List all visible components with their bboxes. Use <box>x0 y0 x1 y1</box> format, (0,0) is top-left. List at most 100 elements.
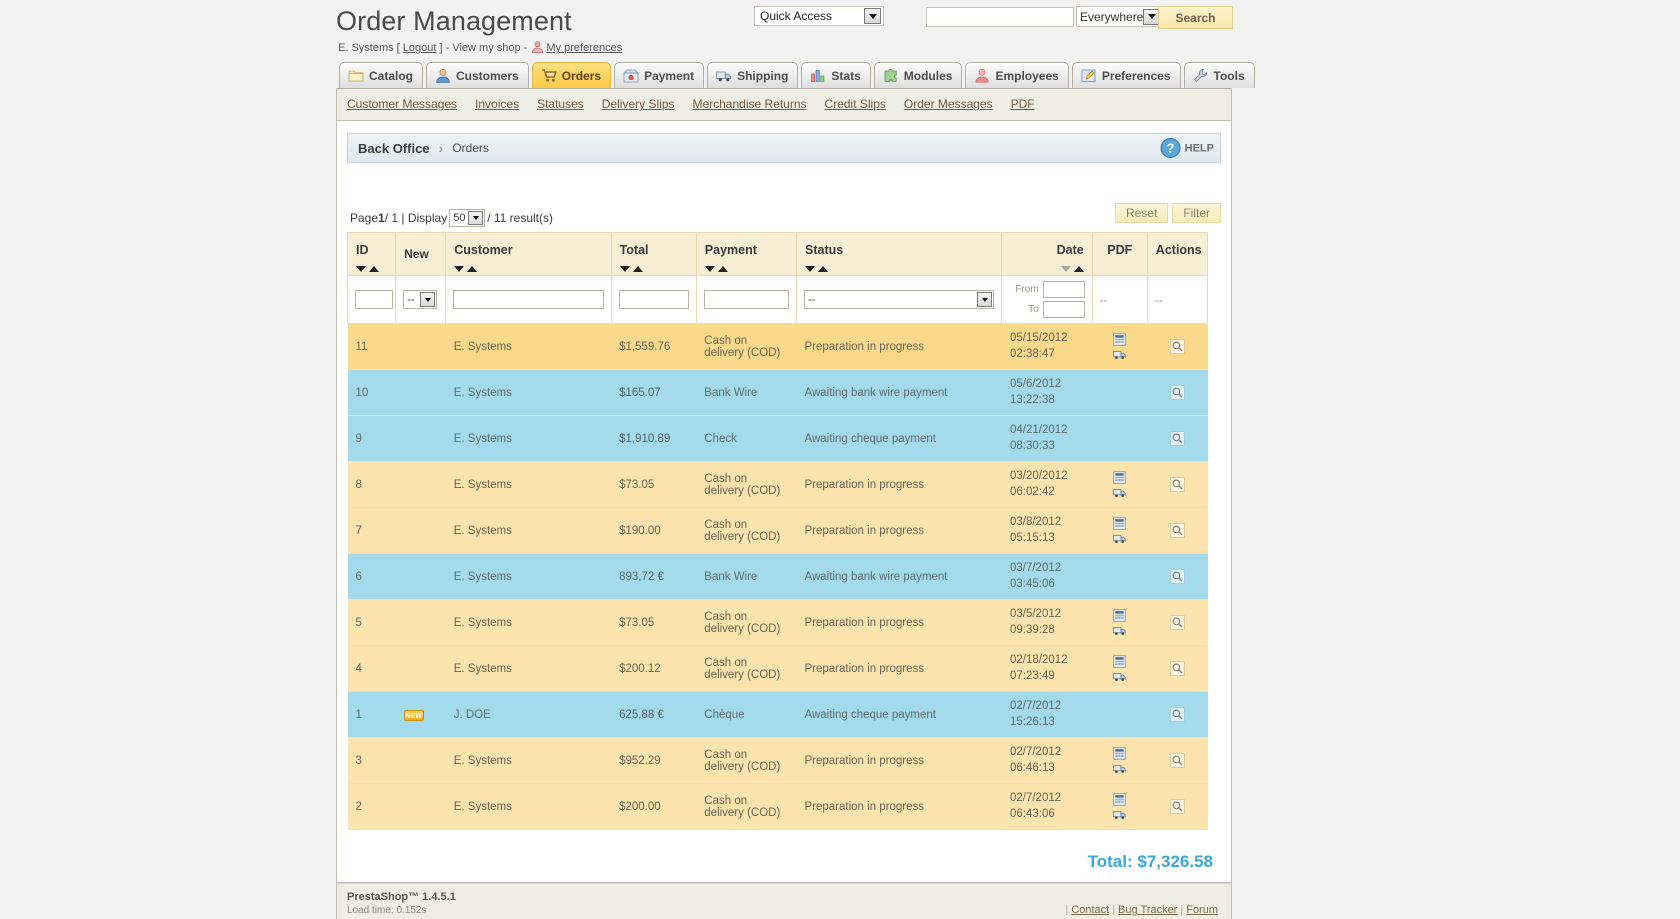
column-header-payment[interactable]: Payment <box>696 233 796 276</box>
view-order-icon[interactable] <box>1170 477 1185 492</box>
table-row[interactable]: 9 E. Systems $1,910.89 Check Awaiting ch… <box>348 416 1208 462</box>
sort-asc-icon[interactable] <box>818 266 828 272</box>
invoice-icon[interactable] <box>1113 747 1126 760</box>
search-scope-select[interactable]: Everywhere <box>1076 6 1160 27</box>
footer-link-bug-tracker[interactable]: Bug Tracker <box>1118 904 1177 916</box>
table-row[interactable]: 3 E. Systems $952.29 Cash on delivery (C… <box>348 738 1208 784</box>
sort-asc-icon[interactable] <box>633 266 643 272</box>
table-row[interactable]: 2 E. Systems $200.00 Cash on delivery (C… <box>348 784 1208 830</box>
display-count-select[interactable]: 50 <box>449 209 485 227</box>
filter-id-input[interactable] <box>355 290 393 309</box>
sort-desc-icon[interactable] <box>805 266 815 272</box>
table-row[interactable]: 8 E. Systems $73.05 Cash on delivery (CO… <box>348 462 1208 508</box>
sort-controls-status[interactable] <box>805 266 828 272</box>
sort-asc-icon[interactable] <box>467 266 477 272</box>
view-order-icon[interactable] <box>1170 615 1185 630</box>
sort-asc-icon[interactable] <box>1074 266 1084 272</box>
search-button[interactable]: Search <box>1158 6 1233 29</box>
footer-link-contact[interactable]: Contact <box>1071 904 1109 916</box>
delivery-slip-icon[interactable] <box>1113 808 1126 821</box>
invoice-icon[interactable] <box>1113 517 1126 530</box>
delivery-slip-icon[interactable] <box>1113 762 1126 775</box>
filter-date-to-input[interactable] <box>1043 301 1085 318</box>
tab-catalog[interactable]: Catalog <box>339 62 423 88</box>
subtab-merchandise-returns[interactable]: Merchandise Returns <box>683 97 815 111</box>
delivery-slip-icon[interactable] <box>1113 532 1126 545</box>
breadcrumb-root[interactable]: Back Office <box>358 141 430 156</box>
invoice-icon[interactable] <box>1113 655 1126 668</box>
sort-desc-icon[interactable] <box>620 266 630 272</box>
help-button[interactable]: ? HELP <box>1160 138 1214 159</box>
column-header-status[interactable]: Status <box>797 233 1002 276</box>
view-order-icon[interactable] <box>1170 431 1185 446</box>
view-order-icon[interactable] <box>1170 799 1185 814</box>
filter-total-input[interactable] <box>619 290 689 309</box>
filter-new-select[interactable]: -- <box>403 290 437 309</box>
subtab-delivery-slips[interactable]: Delivery Slips <box>593 97 684 111</box>
delivery-slip-icon[interactable] <box>1113 624 1126 637</box>
column-header-total[interactable]: Total <box>611 233 696 276</box>
table-row[interactable]: 10 E. Systems $165.07 Bank Wire Awaiting… <box>348 370 1208 416</box>
filter-payment-input[interactable] <box>704 290 789 309</box>
view-order-icon[interactable] <box>1170 339 1185 354</box>
subtab-statuses[interactable]: Statuses <box>528 97 593 111</box>
sort-desc-icon[interactable] <box>454 266 464 272</box>
tab-customers[interactable]: Customers <box>426 62 529 88</box>
sort-controls-total[interactable] <box>620 266 643 272</box>
view-order-icon[interactable] <box>1170 523 1185 538</box>
subtab-customer-messages[interactable]: Customer Messages <box>345 97 466 111</box>
view-order-icon[interactable] <box>1170 707 1185 722</box>
tab-employees[interactable]: Employees <box>965 62 1068 88</box>
tab-shipping[interactable]: Shipping <box>707 62 798 88</box>
table-row[interactable]: 11 E. Systems $1,559.76 Cash on delivery… <box>348 324 1208 370</box>
column-header-customer[interactable]: Customer <box>446 233 611 276</box>
tab-orders[interactable]: Orders <box>532 62 611 88</box>
table-row[interactable]: 4 E. Systems $200.12 Cash on delivery (C… <box>348 646 1208 692</box>
logout-link[interactable]: Logout <box>403 42 437 54</box>
chevron-down-icon[interactable] <box>420 292 435 307</box>
tab-preferences[interactable]: Preferences <box>1072 62 1181 88</box>
delivery-slip-icon[interactable] <box>1113 486 1126 499</box>
table-row[interactable]: 6 E. Systems 893,72 € Bank Wire Awaiting… <box>348 554 1208 600</box>
tab-modules[interactable]: Modules <box>874 62 963 88</box>
invoice-icon[interactable] <box>1113 609 1126 622</box>
tab-stats[interactable]: Stats <box>801 62 870 88</box>
chevron-down-icon[interactable] <box>468 211 483 225</box>
invoice-icon[interactable] <box>1113 333 1126 346</box>
sort-controls-customer[interactable] <box>454 266 477 272</box>
sort-asc-icon[interactable] <box>718 266 728 272</box>
table-row[interactable]: 7 E. Systems $190.00 Cash on delivery (C… <box>348 508 1208 554</box>
chevron-down-icon[interactable] <box>864 8 881 24</box>
view-order-icon[interactable] <box>1170 753 1185 768</box>
subtab-invoices[interactable]: Invoices <box>466 97 528 111</box>
sort-desc-icon[interactable] <box>1061 266 1071 272</box>
filter-button[interactable]: Filter <box>1172 203 1221 223</box>
filter-status-select[interactable]: -- <box>804 290 994 309</box>
tab-payment[interactable]: Payment <box>614 62 704 88</box>
sort-desc-icon[interactable] <box>705 266 715 272</box>
invoice-icon[interactable] <box>1113 793 1126 806</box>
footer-link-forum[interactable]: Forum <box>1186 904 1218 916</box>
filter-customer-input[interactable] <box>453 290 603 309</box>
tab-tools[interactable]: Tools <box>1184 62 1255 88</box>
view-order-icon[interactable] <box>1170 661 1185 676</box>
reset-button[interactable]: Reset <box>1115 203 1168 223</box>
column-header-id[interactable]: ID <box>348 233 396 276</box>
table-row[interactable]: 1 NEW J. DOE 625,88 € Chèque Awaiting ch… <box>348 692 1208 738</box>
subtab-order-messages[interactable]: Order Messages <box>895 97 1002 111</box>
sort-controls-date[interactable] <box>1061 266 1084 272</box>
sort-desc-icon[interactable] <box>356 266 366 272</box>
column-header-date[interactable]: Date <box>1002 233 1092 276</box>
sort-asc-icon[interactable] <box>369 266 379 272</box>
quick-access-select[interactable]: Quick Access <box>754 6 884 26</box>
search-input[interactable] <box>926 7 1074 27</box>
table-row[interactable]: 5 E. Systems $73.05 Cash on delivery (CO… <box>348 600 1208 646</box>
delivery-slip-icon[interactable] <box>1113 670 1126 683</box>
invoice-icon[interactable] <box>1113 471 1126 484</box>
view-order-icon[interactable] <box>1170 569 1185 584</box>
subtab-credit-slips[interactable]: Credit Slips <box>816 97 895 111</box>
view-order-icon[interactable] <box>1170 385 1185 400</box>
chevron-down-icon[interactable] <box>977 292 992 307</box>
my-preferences-link[interactable]: My preferences <box>546 42 622 54</box>
filter-date-from-input[interactable] <box>1043 281 1085 298</box>
